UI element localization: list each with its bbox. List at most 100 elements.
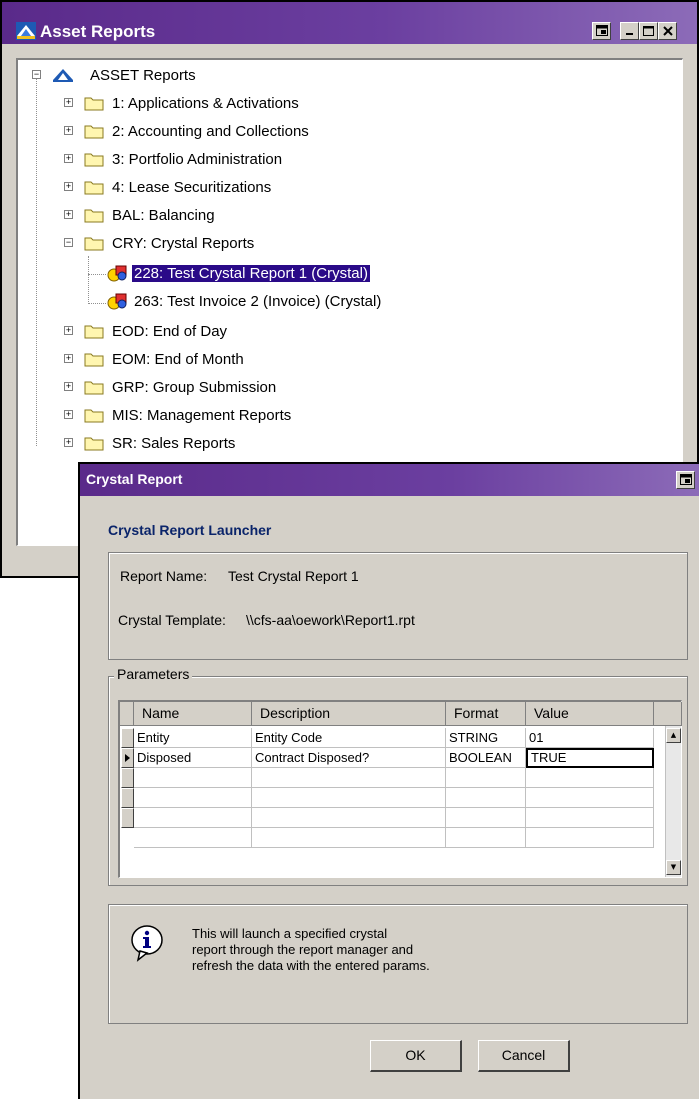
grid-vertical-scrollbar[interactable]: ▲ ▼ xyxy=(665,726,681,877)
maximize-button[interactable] xyxy=(639,22,658,40)
param-description-cell: Contract Disposed? xyxy=(252,748,446,768)
tree-folder[interactable]: + 4: Lease Securitizations xyxy=(64,178,464,198)
column-header-format[interactable]: Format xyxy=(446,702,526,726)
empty-cell xyxy=(252,788,446,808)
asset-logo-icon xyxy=(16,22,36,40)
empty-cell xyxy=(134,828,252,848)
tree-folder-label: BAL: Balancing xyxy=(112,207,215,224)
expand-icon[interactable]: + xyxy=(64,438,73,447)
parameters-label: Parameters xyxy=(114,666,193,682)
tree-folder-label: CRY: Crystal Reports xyxy=(112,235,255,252)
param-name-cell: Entity xyxy=(134,728,252,748)
crystal-template-label: Crystal Template: xyxy=(118,612,226,628)
column-header-name[interactable]: Name xyxy=(134,702,252,726)
info-line: This will launch a specified crystal xyxy=(192,926,388,941)
collapse-icon[interactable]: − xyxy=(64,238,73,247)
param-format-cell: STRING xyxy=(446,728,526,748)
tree-folder[interactable]: + MIS: Management Reports xyxy=(64,406,464,426)
collapse-icon[interactable]: − xyxy=(32,70,41,79)
tree-folder[interactable]: + 3: Portfolio Administration xyxy=(64,150,464,170)
tree-root[interactable]: − ASSET Reports xyxy=(32,66,432,86)
scroll-up-button[interactable]: ▲ xyxy=(666,728,681,743)
info-line: report through the report manager and xyxy=(192,942,414,957)
info-line: refresh the data with the entered params… xyxy=(192,958,430,973)
empty-cell xyxy=(526,808,654,828)
folder-icon xyxy=(84,209,104,223)
tree-folder[interactable]: + EOD: End of Day xyxy=(64,322,464,342)
expand-icon[interactable]: + xyxy=(64,210,73,219)
expand-icon[interactable]: + xyxy=(64,126,73,135)
tree-connector xyxy=(36,78,38,446)
tree-report-item[interactable]: 263: Test Invoice 2 (Invoice) (Crystal) xyxy=(90,292,510,312)
empty-cell xyxy=(134,768,252,788)
parameters-grid[interactable]: Name Description Format Value Entity Ent… xyxy=(118,700,682,878)
expand-icon[interactable]: + xyxy=(64,182,73,191)
row-header[interactable] xyxy=(121,728,134,748)
folder-icon xyxy=(84,97,104,111)
tree-folder-label: 4: Lease Securitizations xyxy=(112,179,272,196)
column-header-value[interactable]: Value xyxy=(526,702,654,726)
folder-icon xyxy=(84,437,104,451)
empty-cell xyxy=(134,788,252,808)
tree-folder[interactable]: + GRP: Group Submission xyxy=(64,378,464,398)
row-header[interactable] xyxy=(121,808,134,828)
cancel-button-label: Cancel xyxy=(501,1047,546,1063)
tree-folder-label: SR: Sales Reports xyxy=(112,435,236,452)
tree-report-item-selected[interactable]: 228: Test Crystal Report 1 (Crystal) xyxy=(90,264,510,284)
info-message: This will launch a specified crystal rep… xyxy=(192,926,512,974)
tree-folder[interactable]: + 1: Applications & Activations xyxy=(64,94,464,114)
row-header-current[interactable] xyxy=(121,748,134,768)
tree-folder[interactable]: + 2: Accounting and Collections xyxy=(64,122,464,142)
expand-icon[interactable]: + xyxy=(64,98,73,107)
folder-icon xyxy=(84,153,104,167)
folder-icon xyxy=(84,181,104,195)
row-header[interactable] xyxy=(121,788,134,808)
empty-cell xyxy=(446,768,526,788)
tree-folder-expanded[interactable]: − CRY: Crystal Reports xyxy=(64,234,464,254)
param-value-editor[interactable]: TRUE xyxy=(526,748,654,768)
empty-cell xyxy=(526,768,654,788)
folder-icon xyxy=(84,353,104,367)
expand-icon[interactable]: + xyxy=(64,354,73,363)
tree-folder[interactable]: + EOM: End of Month xyxy=(64,350,464,370)
tree-folder[interactable]: + BAL: Balancing xyxy=(64,206,464,226)
expand-icon[interactable]: + xyxy=(64,410,73,419)
empty-cell xyxy=(526,828,654,848)
restore-panel-button[interactable] xyxy=(592,22,611,40)
folder-icon xyxy=(84,325,104,339)
minimize-button[interactable] xyxy=(620,22,639,40)
tree-folder[interactable]: + SR: Sales Reports xyxy=(64,434,464,454)
cancel-button[interactable]: Cancel xyxy=(478,1040,570,1072)
tree-root-label: ASSET Reports xyxy=(90,67,196,84)
folder-icon xyxy=(84,409,104,423)
param-value-cell[interactable]: 01 xyxy=(526,728,654,748)
empty-cell xyxy=(252,828,446,848)
crystal-template-value: \\cfs-aa\oework\Report1.rpt xyxy=(246,612,415,628)
close-button[interactable] xyxy=(658,22,677,40)
crystal-report-icon xyxy=(107,265,127,282)
restore-panel-button[interactable] xyxy=(676,471,695,489)
expand-icon[interactable]: + xyxy=(64,326,73,335)
empty-cell xyxy=(252,768,446,788)
param-name-cell: Disposed xyxy=(134,748,252,768)
folder-icon xyxy=(84,125,104,139)
column-header-description[interactable]: Description xyxy=(252,702,446,726)
folder-icon xyxy=(84,237,104,251)
current-row-arrow-icon xyxy=(125,754,130,762)
report-name-value: Test Crystal Report 1 xyxy=(228,568,359,584)
asset-reports-title: Asset Reports xyxy=(40,22,156,41)
ok-button[interactable]: OK xyxy=(370,1040,462,1072)
tree-folder-label: 2: Accounting and Collections xyxy=(112,123,309,140)
asset-reports-titlebar[interactable]: Asset Reports xyxy=(2,2,697,44)
crystal-report-titlebar[interactable]: Crystal Report xyxy=(80,464,699,496)
scroll-down-button[interactable]: ▼ xyxy=(666,860,681,875)
ok-button-label: OK xyxy=(405,1047,426,1063)
empty-cell xyxy=(446,788,526,808)
param-format-cell: BOOLEAN xyxy=(446,748,526,768)
folder-icon xyxy=(84,381,104,395)
tree-folder-label: 3: Portfolio Administration xyxy=(112,151,283,168)
grid-corner xyxy=(120,702,134,726)
expand-icon[interactable]: + xyxy=(64,154,73,163)
row-header[interactable] xyxy=(121,768,134,788)
expand-icon[interactable]: + xyxy=(64,382,73,391)
